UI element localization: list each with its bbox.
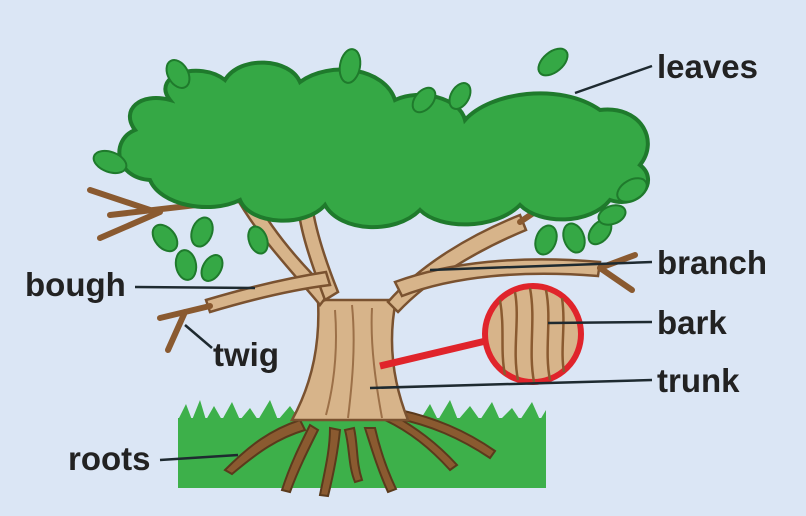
tree-diagram: leaves branch bark trunk bough twig root… <box>0 0 806 516</box>
label-roots: roots <box>68 440 151 477</box>
leader-line-leaves <box>574 64 653 95</box>
leader-line-trunk <box>369 378 653 390</box>
label-trunk: trunk <box>657 362 740 399</box>
leader-line-bark <box>547 320 653 325</box>
leader-line-twig <box>184 324 213 349</box>
label-branch: branch <box>657 244 768 281</box>
label-leaves: leaves <box>657 48 758 85</box>
canopy <box>117 60 651 229</box>
label-twig: twig <box>213 336 279 373</box>
label-bark: bark <box>657 304 727 341</box>
leader-line-bough <box>134 285 256 290</box>
label-bough: bough <box>25 266 126 303</box>
